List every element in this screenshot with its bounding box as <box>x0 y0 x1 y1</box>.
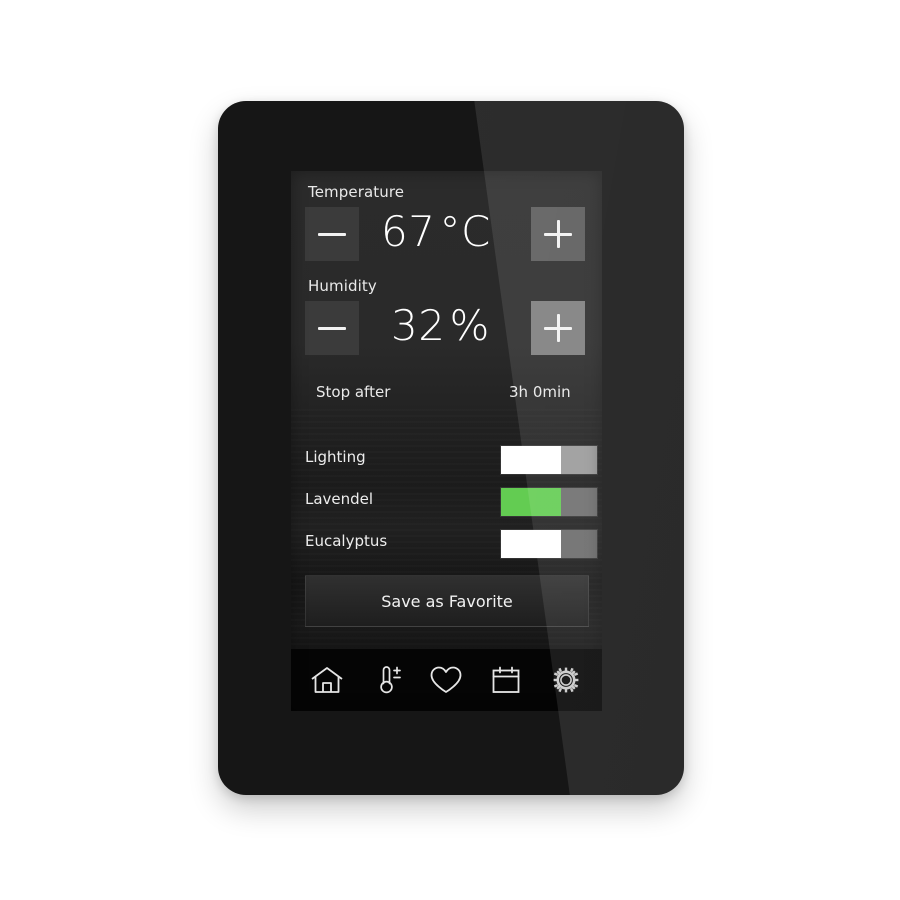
gear-icon <box>549 663 583 697</box>
nav-item-climate[interactable] <box>363 658 411 702</box>
stop-after-row[interactable]: Stop after 3h 0min <box>291 383 602 417</box>
save-as-favorite-button[interactable]: Save as Favorite <box>305 575 589 627</box>
nav-item-home[interactable] <box>303 658 351 702</box>
toggle-label-lavendel: Lavendel <box>305 490 374 508</box>
humidity-label: Humidity <box>308 277 377 295</box>
home-icon <box>310 665 344 695</box>
bottom-navigation-bar <box>291 649 602 711</box>
nav-item-schedule[interactable] <box>482 658 530 702</box>
stop-after-label: Stop after <box>316 383 391 401</box>
temperature-increase-button[interactable] <box>531 207 585 261</box>
nav-item-settings[interactable] <box>542 658 590 702</box>
toggle-switch-lavendel[interactable] <box>500 487 598 517</box>
nav-item-favorites[interactable] <box>422 658 470 702</box>
screenshot-canvas: Temperature 67°C Humidity 32% Stop after… <box>0 0 900 900</box>
toggle-on-track <box>501 446 561 474</box>
plus-icon-vertical <box>556 220 560 248</box>
temperature-decrease-button[interactable] <box>305 207 359 261</box>
toggle-off-track <box>560 530 597 558</box>
save-as-favorite-label: Save as Favorite <box>381 591 513 611</box>
humidity-number: 32 <box>391 301 446 350</box>
toggle-row-lavendel: Lavendel <box>291 487 602 521</box>
toggle-row-lighting: Lighting <box>291 445 602 479</box>
heart-icon <box>429 665 463 695</box>
touchscreen-display[interactable]: Temperature 67°C Humidity 32% Stop after… <box>291 171 602 711</box>
temperature-unit: °C <box>439 207 491 256</box>
toggle-switch-eucalyptus[interactable] <box>500 529 598 559</box>
toggle-label-lighting: Lighting <box>305 448 366 466</box>
temperature-label: Temperature <box>308 183 405 201</box>
toggle-off-track <box>560 446 597 474</box>
humidity-decrease-button[interactable] <box>305 301 359 355</box>
toggle-label-eucalyptus: Eucalyptus <box>305 532 388 550</box>
wall-control-panel-device: Temperature 67°C Humidity 32% Stop after… <box>218 101 684 795</box>
temperature-number: 67 <box>381 207 436 256</box>
minus-icon <box>318 232 346 236</box>
humidity-increase-button[interactable] <box>531 301 585 355</box>
toggle-on-track <box>501 530 561 558</box>
plus-icon-vertical <box>556 314 560 342</box>
toggle-on-track <box>501 488 561 516</box>
thermometer-plus-minus-icon <box>372 664 402 696</box>
toggle-off-track <box>560 488 597 516</box>
toggle-switch-lighting[interactable] <box>500 445 598 475</box>
humidity-value: 32% <box>391 301 490 350</box>
stop-after-value[interactable]: 3h 0min <box>509 383 571 401</box>
toggle-row-eucalyptus: Eucalyptus <box>291 529 602 563</box>
temperature-value: 67°C <box>381 207 491 256</box>
humidity-unit: % <box>449 301 490 350</box>
minus-icon <box>318 326 346 330</box>
calendar-icon <box>491 665 521 695</box>
